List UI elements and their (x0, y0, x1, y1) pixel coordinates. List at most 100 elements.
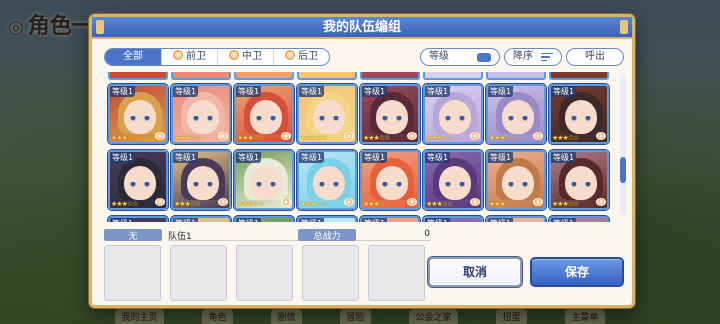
tab-label: 前卫 (186, 51, 206, 62)
character-card[interactable]: 等级1 ★★★☆☆ (486, 84, 546, 144)
position-icon (596, 132, 606, 140)
call-out-button[interactable]: 呼出 (566, 48, 624, 66)
character-card-partial[interactable] (360, 72, 420, 80)
position-icon (596, 198, 606, 206)
character-card[interactable]: 等级1 ★★★☆☆ (423, 150, 483, 210)
character-card-partial[interactable] (549, 72, 609, 80)
position-icon (407, 198, 417, 206)
position-icon (155, 198, 165, 206)
character-card-partial[interactable] (423, 72, 483, 80)
character-card[interactable]: 等级1 ★★★☆☆ (549, 150, 609, 210)
character-card-partial[interactable]: 等级1 (108, 216, 168, 222)
tab-position-2[interactable]: 中卫 (217, 49, 273, 65)
total-power-value: 0 (356, 229, 430, 241)
cancel-button[interactable]: 取消 (428, 257, 522, 287)
character-card[interactable]: 等级1 ★★★☆☆ (108, 150, 168, 210)
character-card[interactable]: 等级1 ★★★☆☆ (360, 84, 420, 144)
character-grid[interactable]: 等级1 ★★★☆☆ 等级1 ★★★☆☆ 等级1 ★★★☆☆ 等级1 ★★★☆☆ 等级1 ★★★☆☆… (104, 72, 614, 222)
character-card-partial[interactable]: 等级1 (423, 216, 483, 222)
character-card[interactable]: 等级1 ★★★☆☆ (360, 150, 420, 210)
character-card[interactable]: 等级1 ★★★☆☆ (171, 84, 231, 144)
character-eyes (193, 116, 213, 121)
tab-label: 后卫 (298, 51, 318, 62)
star-rating-icon: ★★★☆☆ (489, 134, 516, 142)
character-grid-scrollbar[interactable] (620, 75, 626, 215)
star-rating-icon: ★★★☆☆ (363, 134, 390, 142)
character-card[interactable]: 等级1 ★★★☆☆ (297, 84, 357, 144)
character-card-partial[interactable] (171, 72, 231, 80)
position-icon (173, 50, 183, 60)
character-eyes (130, 182, 150, 187)
sort-order-button[interactable]: 降序 (504, 48, 562, 66)
position-icon (533, 198, 543, 206)
character-row-peek: 等级1 等级1 等级1 等级1 等级1 等级1 等级1 等级1 (108, 216, 609, 222)
position-filter-tabs: 全部 前卫 中卫 后卫 (104, 48, 330, 66)
star-rating-icon: ★★★☆☆ (426, 200, 453, 208)
team-slot[interactable] (170, 245, 227, 301)
team-slot[interactable] (302, 245, 359, 301)
character-card-partial[interactable] (108, 72, 168, 80)
character-card[interactable]: 等级1 ★★★☆☆ (234, 84, 294, 144)
character-level: 等级1 (551, 152, 577, 163)
character-card-partial[interactable]: 等级1 (486, 216, 546, 222)
character-card-partial[interactable]: 等级1 (360, 216, 420, 222)
character-card[interactable]: 等级1 ★★★☆☆ (423, 84, 483, 144)
character-level: 等级1 (173, 86, 199, 97)
character-level: 等级1 (551, 86, 577, 97)
toggle-icon (477, 52, 491, 62)
star-rating-icon: ★★★☆☆ (552, 134, 579, 142)
star-rating-icon: ★★★☆☆ (300, 200, 327, 208)
character-card[interactable]: 等级1 ★★★☆☆ (297, 150, 357, 210)
character-eyes (571, 116, 591, 121)
character-eyes (130, 116, 150, 121)
scrollbar-thumb[interactable] (620, 157, 626, 183)
tab-position-1[interactable]: 前卫 (161, 49, 217, 65)
character-eyes (445, 116, 465, 121)
character-row: 等级1 ★★★☆☆ 等级1 ★★★☆☆ 等级1 ★★★☆☆ 等级1 ★★★☆☆ 等级1 ★★★☆☆… (108, 150, 609, 210)
tab-position-0[interactable]: 全部 (105, 49, 161, 65)
star-rating-icon: ★★★☆☆ (300, 134, 327, 142)
character-card-partial[interactable]: 等级1 (171, 216, 231, 222)
character-card-partial[interactable]: 等级1 (549, 216, 609, 222)
character-level: 等级1 (425, 86, 451, 97)
character-card-partial[interactable]: 等级1 (234, 216, 294, 222)
filter-bar: 全部 前卫 中卫 后卫 等级 降序 呼出 (104, 47, 624, 67)
character-level: 等级1 (299, 218, 325, 222)
position-icon (285, 50, 295, 60)
character-card[interactable]: 等级1 ★★★☆☆ (486, 150, 546, 210)
star-rating-icon: ★★★☆☆ (111, 134, 138, 142)
character-row: 等级1 ★★★☆☆ 等级1 ★★★☆☆ 等级1 ★★★☆☆ 等级1 ★★★☆☆ 等级1 ★★★☆☆… (108, 84, 609, 144)
character-card[interactable]: 等级1 ★★★☆☆ (108, 84, 168, 144)
character-level: 等级1 (236, 152, 262, 163)
character-level: 等级1 (299, 86, 325, 97)
sort-descending-icon (541, 52, 553, 62)
star-rating-icon: ★★★☆☆ (426, 134, 453, 142)
character-card[interactable]: 等级1 ★★★☆☆ (234, 150, 294, 210)
team-slots (104, 245, 425, 301)
character-eyes (319, 182, 339, 187)
character-card-partial[interactable]: 等级1 (297, 216, 357, 222)
sort-order-label: 降序 (513, 51, 533, 62)
character-eyes (445, 182, 465, 187)
position-icon (470, 132, 480, 140)
team-slot[interactable] (368, 245, 425, 301)
team-none-badge: 无 (104, 229, 162, 242)
character-card-partial[interactable] (297, 72, 357, 80)
team-slot[interactable] (104, 245, 161, 301)
position-icon (407, 132, 417, 140)
star-rating-icon: ★★★☆☆ (174, 134, 201, 142)
character-eyes (571, 182, 591, 187)
team-slot[interactable] (236, 245, 293, 301)
level-filter-button[interactable]: 等级 (420, 48, 500, 66)
character-card-partial[interactable] (234, 72, 294, 80)
character-eyes (256, 182, 276, 187)
tab-position-3[interactable]: 后卫 (273, 49, 329, 65)
character-card-partial[interactable] (486, 72, 546, 80)
character-level: 等级1 (110, 152, 136, 163)
character-card[interactable]: 等级1 ★★★☆☆ (171, 150, 231, 210)
position-icon (281, 132, 291, 140)
star-rating-icon: ★★★☆☆ (489, 200, 516, 208)
save-button[interactable]: 保存 (530, 257, 624, 287)
character-card[interactable]: 等级1 ★★★☆☆ (549, 84, 609, 144)
team-info-strip: 无 队伍1 总战力 0 (104, 229, 430, 242)
